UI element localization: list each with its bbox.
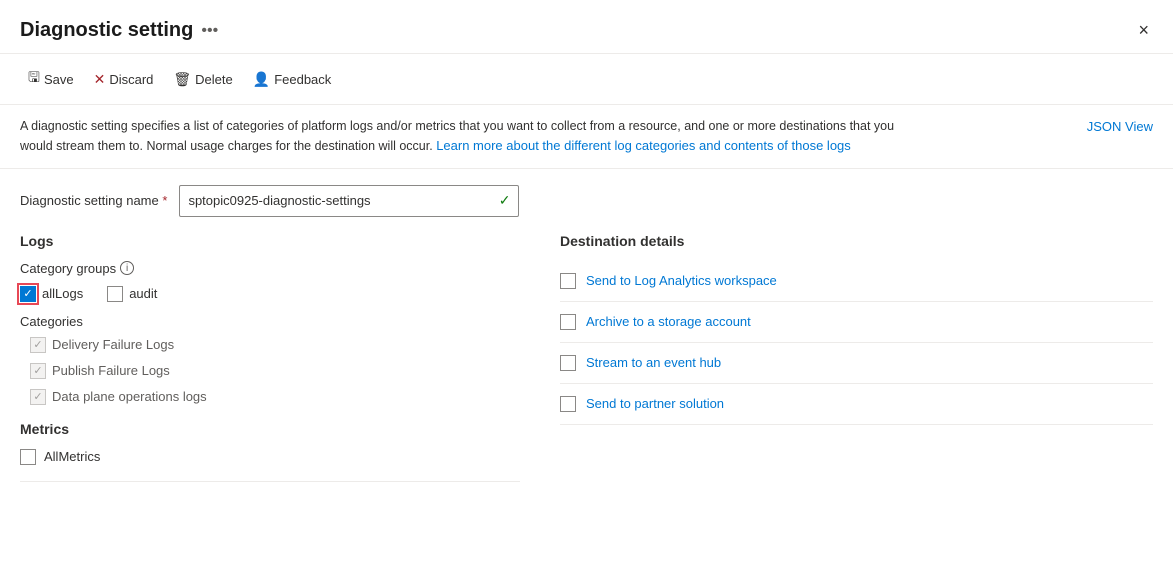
save-button[interactable]: 🖫 Save <box>20 62 82 96</box>
delete-icon: 🗑 <box>173 71 191 88</box>
title-row: Diagnostic setting ••• <box>20 19 218 42</box>
dest-log-analytics-link[interactable]: Send to Log Analytics workspace <box>586 273 777 288</box>
category-group-checkboxes: ✓ allLogs audit <box>20 286 520 302</box>
publish-partial-icon: ✓ <box>33 364 42 377</box>
data-plane-label: Data plane operations logs <box>52 389 207 404</box>
dest-storage-row: Archive to a storage account <box>560 302 1153 343</box>
discard-button[interactable]: ✕ Discard <box>86 66 162 93</box>
allmetrics-checkbox[interactable] <box>20 449 36 465</box>
dest-event-hub-row: Stream to an event hub <box>560 343 1153 384</box>
save-icon: 🖫 <box>28 67 40 91</box>
toolbar: 🖫 Save ✕ Discard 🗑 Delete 👤 Feedback <box>0 54 1173 105</box>
publish-failure-checkbox: ✓ <box>30 363 46 379</box>
data-plane-partial-icon: ✓ <box>33 390 42 403</box>
destination-column: Destination details Send to Log Analytic… <box>560 233 1153 482</box>
allmetrics-row: AllMetrics <box>20 449 520 465</box>
diagnostic-name-row: Diagnostic setting name * sptopic0925-di… <box>20 185 1153 217</box>
publish-failure-logs-row: ✓ Publish Failure Logs <box>20 363 520 379</box>
audit-item: audit <box>107 286 157 302</box>
categories-title: Categories <box>20 314 520 329</box>
form-area: Diagnostic setting name * sptopic0925-di… <box>0 169 1173 498</box>
more-icon[interactable]: ••• <box>201 22 218 40</box>
panel-header: Diagnostic setting ••• × <box>0 0 1173 54</box>
learn-more-link[interactable]: Learn more about the different log categ… <box>436 138 851 153</box>
dest-log-analytics-checkbox[interactable] <box>560 273 576 289</box>
bottom-divider <box>20 481 520 482</box>
input-value: sptopic0925-diagnostic-settings <box>188 193 370 208</box>
metrics-section: Metrics AllMetrics <box>20 421 520 465</box>
category-groups-label: Category groups i <box>20 261 520 276</box>
audit-checkbox[interactable] <box>107 286 123 302</box>
allLogs-checkbox[interactable]: ✓ <box>20 286 36 302</box>
diagnostic-setting-panel: Diagnostic setting ••• × 🖫 Save ✕ Discar… <box>0 0 1173 576</box>
feedback-button[interactable]: 👤 Feedback <box>245 66 340 93</box>
delivery-failure-checkbox: ✓ <box>30 337 46 353</box>
discard-icon: ✕ <box>94 71 106 88</box>
delete-button[interactable]: 🗑 Delete <box>165 66 240 93</box>
dest-event-hub-checkbox[interactable] <box>560 355 576 371</box>
panel-title: Diagnostic setting <box>20 19 193 42</box>
dest-storage-checkbox[interactable] <box>560 314 576 330</box>
info-bar-text: A diagnostic setting specifies a list of… <box>20 117 920 156</box>
feedback-icon: 👤 <box>253 71 270 88</box>
close-button[interactable]: × <box>1134 16 1153 45</box>
allLogs-check-icon: ✓ <box>23 287 32 300</box>
diagnostic-name-input[interactable]: sptopic0925-diagnostic-settings ✓ <box>179 185 519 217</box>
required-indicator: * <box>162 193 167 208</box>
dest-partner-row: Send to partner solution <box>560 384 1153 425</box>
dest-partner-link[interactable]: Send to partner solution <box>586 396 724 411</box>
allLogs-label: allLogs <box>42 286 83 301</box>
destination-title: Destination details <box>560 233 1153 249</box>
allmetrics-label: AllMetrics <box>44 449 100 464</box>
delivery-failure-label: Delivery Failure Logs <box>52 337 174 352</box>
delivery-partial-icon: ✓ <box>33 338 42 351</box>
dest-partner-checkbox[interactable] <box>560 396 576 412</box>
dest-storage-link[interactable]: Archive to a storage account <box>586 314 751 329</box>
data-plane-ops-row: ✓ Data plane operations logs <box>20 389 520 405</box>
info-bar: A diagnostic setting specifies a list of… <box>0 105 1173 169</box>
json-view-link[interactable]: JSON View <box>1087 117 1153 137</box>
data-plane-checkbox: ✓ <box>30 389 46 405</box>
field-label: Diagnostic setting name * <box>20 193 167 208</box>
info-icon[interactable]: i <box>120 261 134 275</box>
dest-event-hub-link[interactable]: Stream to an event hub <box>586 355 721 370</box>
delivery-failure-logs-row: ✓ Delivery Failure Logs <box>20 337 520 353</box>
metrics-title: Metrics <box>20 421 520 437</box>
dest-log-analytics-row: Send to Log Analytics workspace <box>560 261 1153 302</box>
publish-failure-label: Publish Failure Logs <box>52 363 170 378</box>
logs-section-title: Logs <box>20 233 520 249</box>
input-check-icon: ✓ <box>499 192 511 209</box>
logs-column: Logs Category groups i ✓ allLogs <box>20 233 520 482</box>
audit-label: audit <box>129 286 157 301</box>
allLogs-item: ✓ allLogs <box>20 286 83 302</box>
two-column-layout: Logs Category groups i ✓ allLogs <box>20 233 1153 482</box>
